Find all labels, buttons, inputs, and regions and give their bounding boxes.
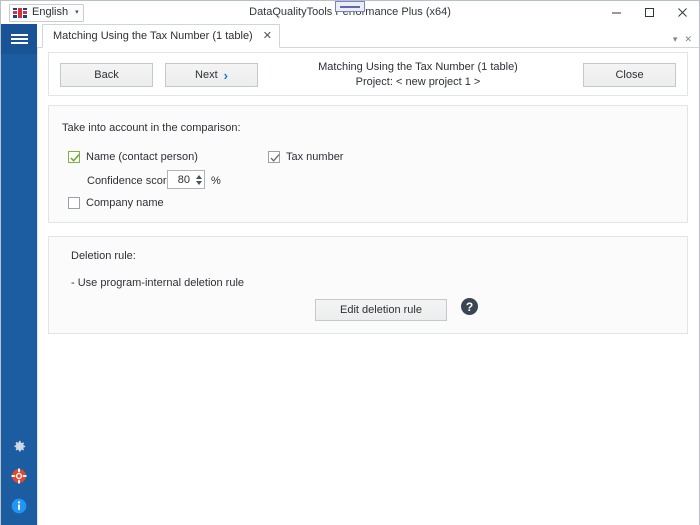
- tab-list-chevron-down-icon[interactable]: ▾: [673, 34, 678, 45]
- tab-label: Matching Using the Tax Number (1 table): [53, 30, 253, 42]
- maximize-button[interactable]: [633, 1, 666, 24]
- window-snap-indicator: [335, 1, 365, 12]
- next-button-label: Next: [195, 69, 218, 81]
- chevron-right-icon: ›: [224, 69, 228, 82]
- confidence-score-unit: %: [211, 175, 221, 187]
- edit-deletion-rule-label: Edit deletion rule: [340, 304, 422, 316]
- settings-gear-icon[interactable]: [1, 431, 37, 461]
- next-button[interactable]: Next ›: [165, 63, 258, 87]
- confidence-score-label: Confidence score: [87, 175, 173, 187]
- language-selector[interactable]: English ▾: [9, 4, 84, 22]
- edit-deletion-rule-button[interactable]: Edit deletion rule: [315, 299, 447, 321]
- comparison-heading: Take into account in the comparison:: [62, 122, 241, 134]
- tab-strip: Matching Using the Tax Number (1 table) …: [37, 24, 699, 48]
- checkbox-box: [268, 151, 280, 163]
- stepper-up-icon[interactable]: [196, 175, 202, 179]
- language-label: English: [32, 7, 68, 19]
- info-icon[interactable]: [1, 491, 37, 521]
- back-button[interactable]: Back: [60, 63, 153, 87]
- left-sidebar: [1, 24, 37, 525]
- deletion-rule-text: - Use program-internal deletion rule: [71, 277, 244, 289]
- tab-close-all-icon[interactable]: ✕: [684, 34, 692, 45]
- application-window: English ▾ DataQualityTools Performance P…: [0, 0, 700, 525]
- back-button-label: Back: [94, 69, 118, 81]
- content-area: Back Next › Matching Using the Tax Numbe…: [37, 48, 699, 525]
- checkbox-label: Company name: [86, 197, 164, 209]
- stepper-arrows[interactable]: [193, 171, 204, 188]
- deletion-rule-heading: Deletion rule:: [71, 250, 136, 262]
- checkbox-label: Tax number: [286, 151, 343, 163]
- confidence-score-stepper[interactable]: 80: [167, 170, 205, 189]
- confidence-score-value[interactable]: 80: [168, 174, 193, 186]
- tab-matching-tax-number[interactable]: Matching Using the Tax Number (1 table) …: [42, 24, 280, 48]
- uk-flag-icon: [13, 8, 27, 18]
- checkbox-name-contact-person[interactable]: Name (contact person): [68, 151, 198, 163]
- close-button[interactable]: [666, 1, 699, 24]
- close-wizard-label: Close: [615, 69, 643, 81]
- tab-close-icon[interactable]: ✕: [263, 31, 272, 42]
- wizard-navigation-bar: Back Next › Matching Using the Tax Numbe…: [48, 52, 688, 96]
- help-icon[interactable]: ?: [461, 298, 478, 315]
- checkbox-box: [68, 151, 80, 163]
- support-lifebuoy-icon[interactable]: [1, 461, 37, 491]
- checkbox-box: [68, 197, 80, 209]
- checkbox-company-name[interactable]: Company name: [68, 197, 164, 209]
- checkbox-tax-number[interactable]: Tax number: [268, 151, 343, 163]
- wizard-title-block: Matching Using the Tax Number (1 table) …: [269, 60, 567, 90]
- checkbox-label: Name (contact person): [86, 151, 198, 163]
- hamburger-menu-icon[interactable]: [1, 24, 37, 54]
- close-wizard-button[interactable]: Close: [583, 63, 676, 87]
- wizard-title: Matching Using the Tax Number (1 table): [269, 60, 567, 75]
- minimize-button[interactable]: [600, 1, 633, 24]
- title-bar: English ▾ DataQualityTools Performance P…: [1, 1, 699, 24]
- sidebar-bottom-icons: [1, 431, 37, 521]
- tab-strip-controls: ▾ ✕: [673, 34, 699, 47]
- deletion-rule-panel: Deletion rule: - Use program-internal de…: [48, 236, 688, 334]
- stepper-down-icon[interactable]: [196, 181, 202, 185]
- wizard-project-subtitle: Project: < new project 1 >: [269, 75, 567, 90]
- chevron-down-icon: ▾: [75, 9, 79, 16]
- window-controls: [600, 1, 699, 24]
- comparison-panel: Take into account in the comparison: Nam…: [48, 105, 688, 223]
